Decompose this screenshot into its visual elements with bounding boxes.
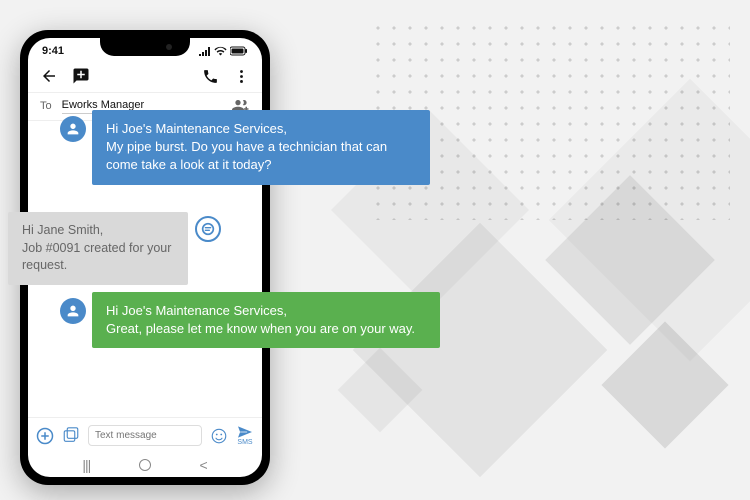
background-decoration (250, 0, 750, 500)
plus-circle-icon (36, 427, 54, 445)
recipient-name[interactable]: Eworks Manager (62, 97, 222, 114)
more-button[interactable] (233, 68, 250, 85)
home-button[interactable] (139, 459, 151, 471)
new-message-button[interactable] (72, 67, 90, 85)
group-add-icon (232, 99, 250, 113)
emoji-button[interactable] (210, 427, 228, 445)
screen: 9:41 (28, 38, 262, 477)
message-input[interactable] (88, 425, 202, 446)
send-icon (236, 425, 254, 439)
app-bar (28, 60, 262, 92)
add-button[interactable] (36, 427, 54, 445)
clock: 9:41 (42, 45, 64, 57)
recipient-row: To Eworks Manager (28, 92, 262, 121)
wifi-icon (214, 46, 227, 56)
back-nav-button[interactable]: < (199, 457, 207, 473)
send-label: SMS (237, 439, 252, 446)
phone-frame: 9:41 (20, 30, 270, 485)
more-vert-icon (233, 68, 250, 85)
call-button[interactable] (202, 68, 219, 85)
composer: SMS (28, 417, 262, 453)
message-list (28, 121, 262, 417)
notch (100, 38, 190, 56)
to-label: To (40, 100, 52, 112)
send-button[interactable]: SMS (236, 425, 254, 446)
status-icons (199, 46, 248, 56)
gallery-button[interactable] (62, 427, 80, 445)
battery-icon (230, 46, 248, 56)
phone-icon (202, 68, 219, 85)
arrow-left-icon (40, 67, 58, 85)
recent-apps-button[interactable]: ||| (82, 457, 90, 473)
signal-icon (199, 46, 211, 56)
message-plus-icon (72, 67, 90, 85)
android-nav-bar: ||| < (28, 453, 262, 477)
back-button[interactable] (40, 67, 58, 85)
image-icon (62, 427, 80, 445)
emoji-icon (210, 427, 228, 445)
add-recipient-button[interactable] (232, 99, 250, 113)
